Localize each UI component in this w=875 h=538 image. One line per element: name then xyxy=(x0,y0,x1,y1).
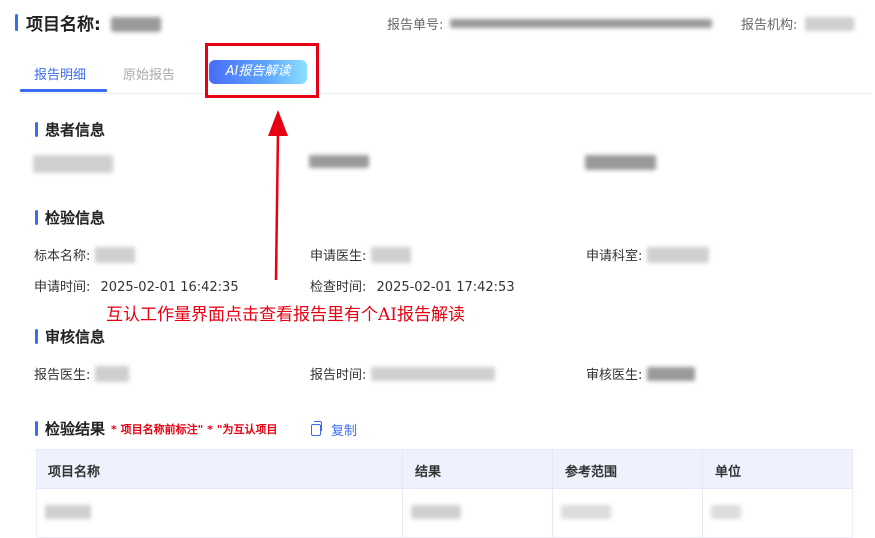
report-header: 项目名称: 报告单号: 报告机构: xyxy=(0,0,875,46)
tab-original-report[interactable]: 原始报告 xyxy=(123,64,175,83)
cell-item-redacted xyxy=(45,505,91,519)
tab-report-detail[interactable]: 报告明细 xyxy=(34,64,86,83)
report-number-redacted xyxy=(449,19,712,28)
section-results-title: 检验结果 xyxy=(45,420,106,438)
copy-icon xyxy=(311,421,322,436)
report-number: 报告单号: xyxy=(387,14,712,33)
patient-value-redacted xyxy=(33,155,113,173)
apply-time-field: 申请时间: 2025-02-01 16:42:35 xyxy=(34,276,239,295)
report-time-redacted xyxy=(370,367,495,381)
cell-unit-redacted xyxy=(711,505,741,519)
apply-dept-redacted xyxy=(646,247,709,263)
active-tab-underline xyxy=(20,89,107,92)
column-header-result: 结果 xyxy=(415,465,442,480)
section-accent-bar xyxy=(35,421,38,436)
apply-doctor-redacted xyxy=(370,247,411,263)
results-table-header: 项目名称 结果 参考范围 单位 xyxy=(36,449,853,489)
check-time-value: 2025-02-01 17:42:53 xyxy=(376,280,515,295)
section-review-info: 审核信息 xyxy=(35,326,105,347)
section-review-title: 审核信息 xyxy=(45,328,106,346)
patient-field-1 xyxy=(33,155,113,177)
annotation-arrow-icon xyxy=(268,110,288,281)
cell-result-redacted xyxy=(411,505,461,519)
table-row[interactable] xyxy=(36,489,853,538)
report-tabs: 报告明细 原始报告 AI报告解读 xyxy=(20,58,872,94)
section-patient-info: 患者信息 xyxy=(35,119,105,140)
section-results: 检验结果 * 项目名称前标注" * "为互认项目 xyxy=(35,418,277,439)
report-org: 报告机构: xyxy=(741,14,854,33)
specimen-name-field: 标本名称: xyxy=(34,245,135,264)
section-patient-title: 患者信息 xyxy=(45,121,106,139)
specimen-name-label: 标本名称: xyxy=(34,249,91,264)
apply-time-label: 申请时间: xyxy=(34,280,91,295)
section-inspection-title: 检验信息 xyxy=(45,209,106,227)
results-table: 项目名称 结果 参考范围 单位 xyxy=(36,449,853,538)
review-doctor-field: 审核医生: xyxy=(586,364,695,383)
patient-value-redacted xyxy=(309,155,369,168)
copy-button[interactable]: 复制 xyxy=(311,420,357,439)
annotation-highlight-box xyxy=(205,43,319,98)
annotation-text: 互认工作量界面点击查看报告里有个AI报告解读 xyxy=(106,305,465,325)
report-doctor-label: 报告医生: xyxy=(34,368,91,383)
specimen-name-redacted xyxy=(94,247,135,263)
project-name-redacted xyxy=(110,17,161,32)
column-header-unit: 单位 xyxy=(715,465,742,480)
report-number-label: 报告单号: xyxy=(387,18,444,33)
column-header-reference: 参考范围 xyxy=(565,465,618,480)
report-time-field: 报告时间: xyxy=(310,364,495,383)
copy-label: 复制 xyxy=(331,424,358,439)
project-title: 项目名称: xyxy=(26,10,161,35)
apply-doctor-label: 申请医生: xyxy=(310,249,367,264)
section-accent-bar xyxy=(35,210,38,225)
review-doctor-label: 审核医生: xyxy=(586,368,643,383)
apply-time-value: 2025-02-01 16:42:35 xyxy=(100,280,239,295)
check-time-label: 检查时间: xyxy=(310,280,367,295)
report-time-label: 报告时间: xyxy=(310,368,367,383)
review-doctor-redacted xyxy=(646,367,695,381)
column-header-item: 项目名称 xyxy=(48,465,101,480)
report-doctor-redacted xyxy=(94,366,129,382)
section-accent-bar xyxy=(35,122,38,137)
cell-reference-redacted xyxy=(561,505,611,519)
check-time-field: 检查时间: 2025-02-01 17:42:53 xyxy=(310,276,515,295)
title-accent-bar xyxy=(15,14,18,31)
section-accent-bar xyxy=(35,329,38,344)
mutual-recognition-note: * 项目名称前标注" * "为互认项目 xyxy=(111,423,278,436)
patient-field-2 xyxy=(309,155,369,172)
report-org-label: 报告机构: xyxy=(741,18,798,33)
apply-dept-label: 申请科室: xyxy=(586,249,643,264)
project-name-label: 项目名称: xyxy=(26,15,101,35)
section-inspection-info: 检验信息 xyxy=(35,207,105,228)
report-org-redacted xyxy=(804,17,854,31)
apply-dept-field: 申请科室: xyxy=(586,245,709,264)
patient-field-3 xyxy=(585,155,656,174)
patient-value-redacted xyxy=(585,155,656,170)
report-doctor-field: 报告医生: xyxy=(34,364,129,383)
apply-doctor-field: 申请医生: xyxy=(310,245,411,264)
